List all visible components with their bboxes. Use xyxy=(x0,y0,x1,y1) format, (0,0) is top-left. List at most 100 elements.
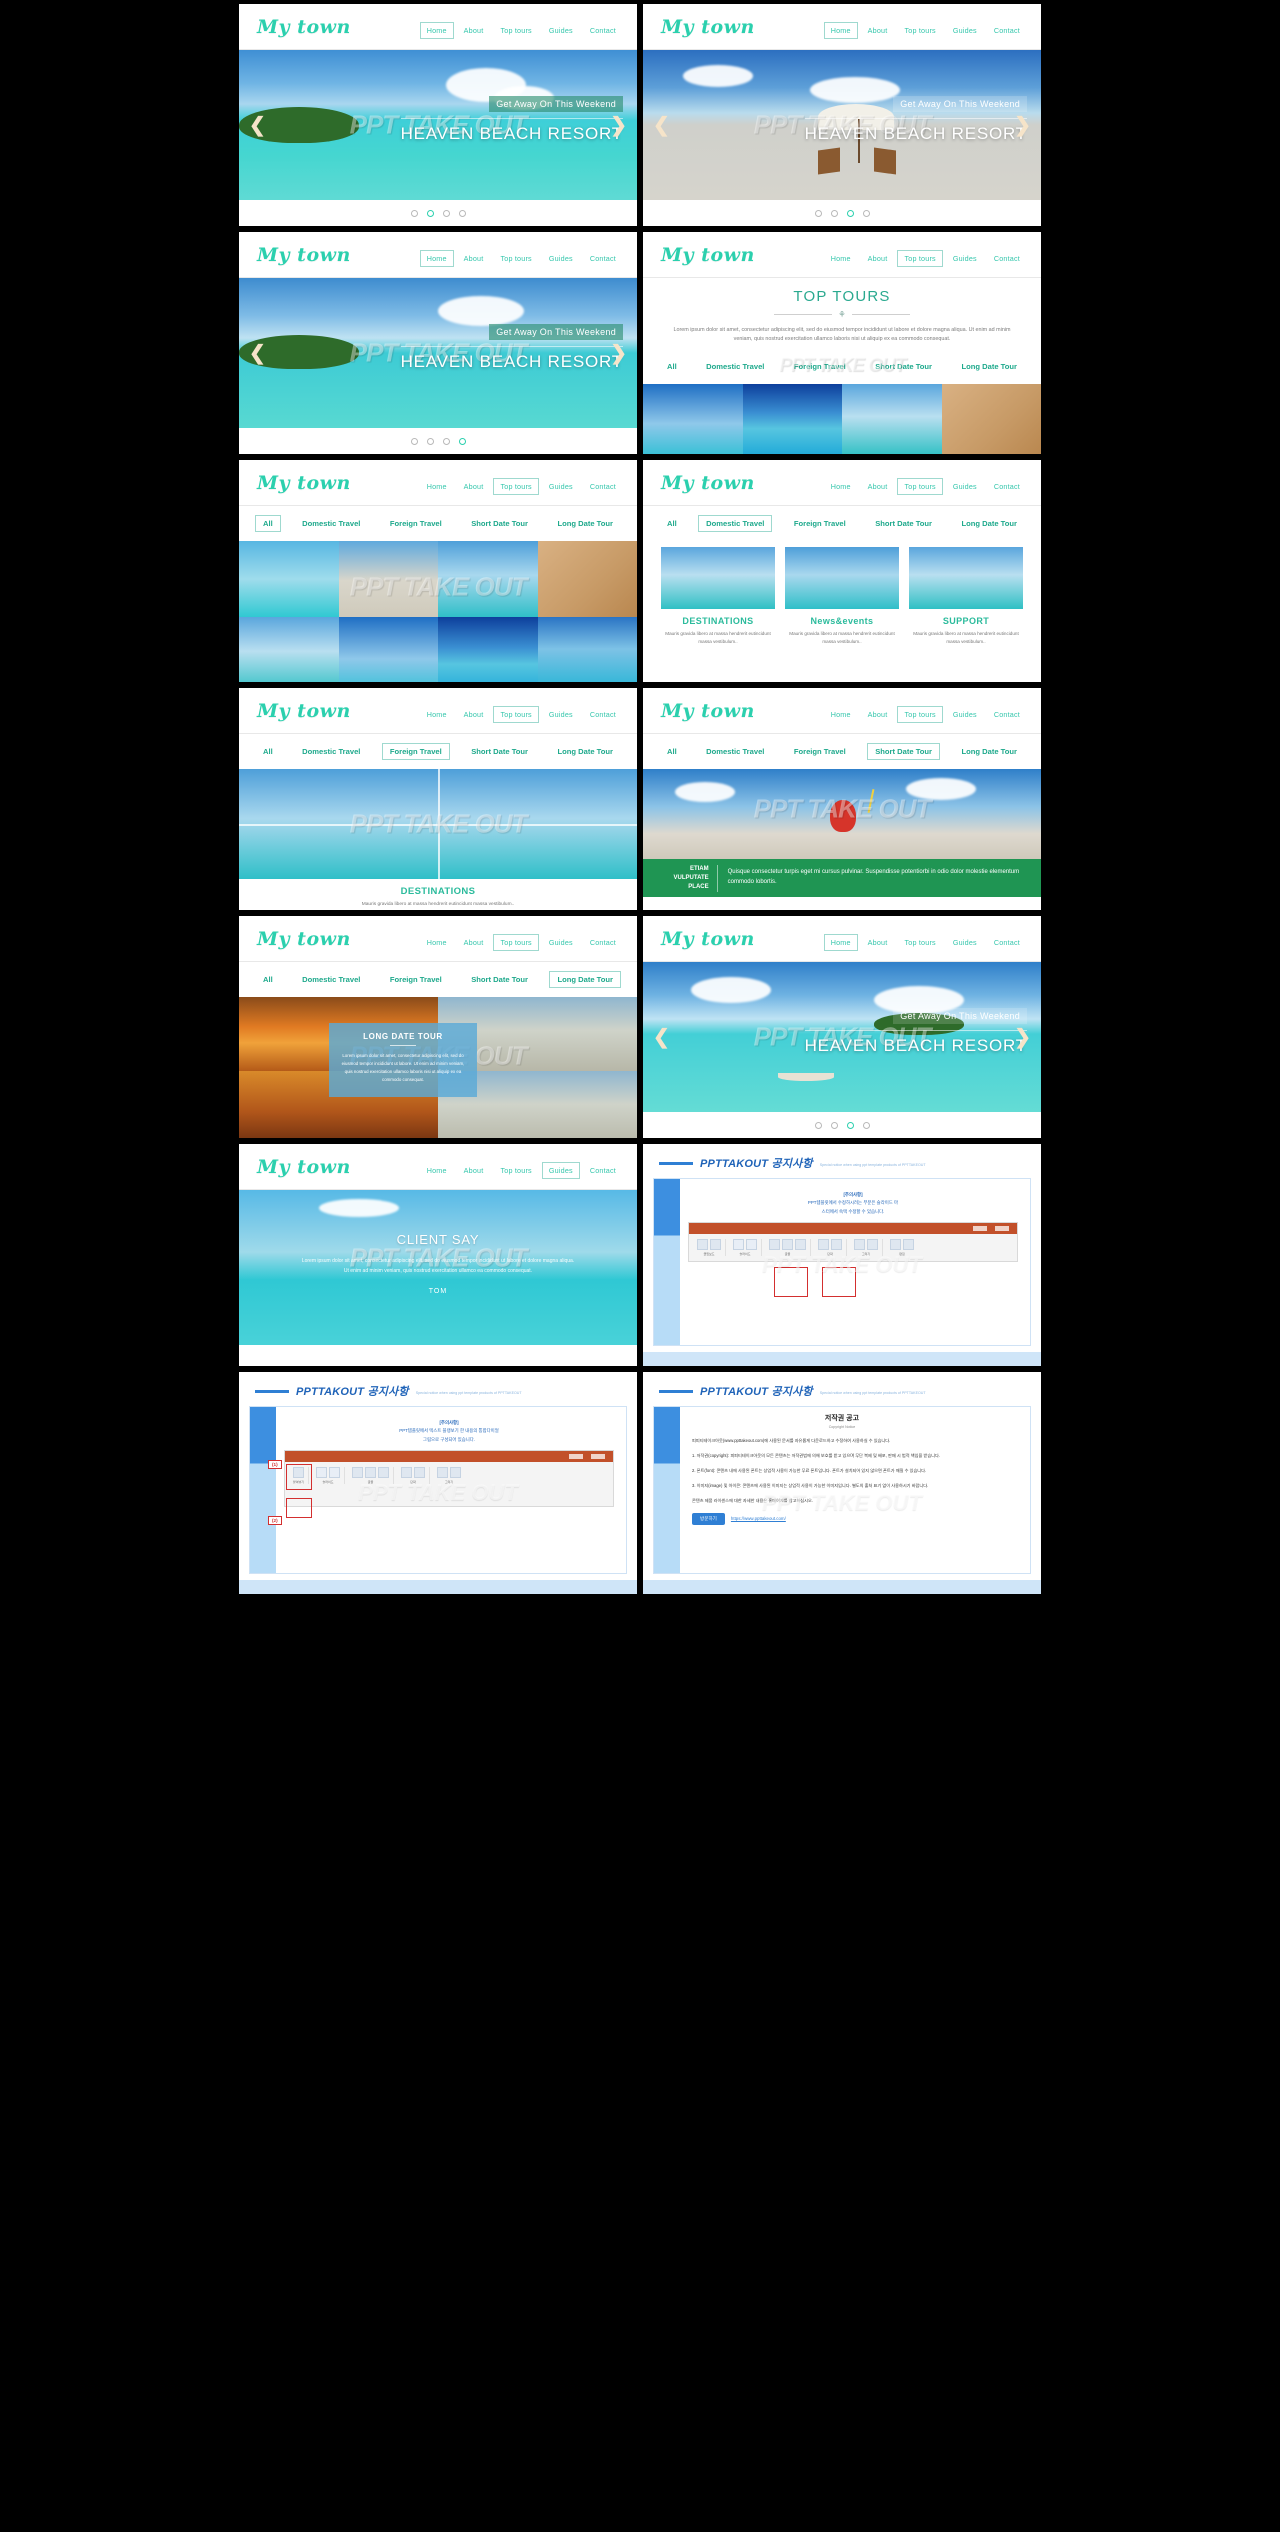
nav-item-contact[interactable]: Contact xyxy=(583,934,623,951)
carousel-dot-active[interactable] xyxy=(458,437,466,445)
nav-item-top-tours[interactable]: Top tours xyxy=(897,934,942,951)
filter-all[interactable]: All xyxy=(659,515,685,532)
carousel-dot[interactable] xyxy=(814,209,822,217)
main-nav[interactable]: Home About Top tours Guides Contact xyxy=(823,22,1027,39)
nav-item-guides[interactable]: Guides xyxy=(946,706,984,723)
nav-item-contact[interactable]: Contact xyxy=(583,22,623,39)
main-nav[interactable]: Home About Top tours Guides Contact xyxy=(824,706,1027,723)
nav-item-about[interactable]: About xyxy=(457,706,491,723)
nav-item-guides[interactable]: Guides xyxy=(542,934,580,951)
nav-item-guides[interactable]: Guides xyxy=(541,1162,580,1179)
carousel-dot-active[interactable] xyxy=(846,209,854,217)
long-date-gallery[interactable]: LONG DATE TOUR Lorem ipsum dolor sit ame… xyxy=(239,997,637,1138)
filter-long-date-tour[interactable]: Long Date Tour xyxy=(953,743,1025,760)
tour-filter-bar[interactable]: All Domestic Travel Foreign Travel Short… xyxy=(643,348,1041,384)
tour-gallery-grid[interactable]: PPT TAKE OUT xyxy=(239,541,637,682)
main-nav[interactable]: Home About Top tours Guides Contact xyxy=(823,934,1027,951)
tour-thumbnail-row[interactable] xyxy=(643,383,1041,454)
filter-domestic-travel[interactable]: Domestic Travel xyxy=(698,743,772,760)
slide-6-domestic-travel[interactable]: My town Home About Top tours Guides Cont… xyxy=(643,460,1041,682)
nav-item-about[interactable]: About xyxy=(457,934,491,951)
drink-beach-banner[interactable]: PPT TAKE OUT xyxy=(643,769,1041,859)
slide-9-long-date-tour[interactable]: My town Home About Top tours Guides Cont… xyxy=(239,916,637,1138)
filter-foreign-travel[interactable]: Foreign Travel xyxy=(786,515,854,532)
nav-item-about[interactable]: About xyxy=(861,250,895,267)
slide-1-home-hero[interactable]: My town Home About Top tours Guides Cont… xyxy=(239,4,637,226)
nav-item-contact[interactable]: Contact xyxy=(987,706,1027,723)
filter-all[interactable]: All xyxy=(255,743,281,760)
filter-short-date-tour[interactable]: Short Date Tour xyxy=(867,358,940,375)
nav-item-about[interactable]: About xyxy=(861,478,895,495)
nav-item-home[interactable]: Home xyxy=(823,22,858,39)
filter-short-date-tour[interactable]: Short Date Tour xyxy=(463,515,536,532)
carousel-dot[interactable] xyxy=(814,1121,822,1129)
nav-item-top-tours[interactable]: Top tours xyxy=(897,22,942,39)
tour-thumb[interactable] xyxy=(643,383,743,454)
filter-long-date-tour[interactable]: Long Date Tour xyxy=(953,515,1025,532)
tour-thumb[interactable] xyxy=(941,383,1041,454)
tour-thumb[interactable] xyxy=(338,617,438,682)
carousel-dot[interactable] xyxy=(830,1121,838,1129)
carousel-dots[interactable] xyxy=(643,1112,1041,1138)
nav-item-home[interactable]: Home xyxy=(823,934,858,951)
nav-item-guides[interactable]: Guides xyxy=(542,250,580,267)
nav-item-home[interactable]: Home xyxy=(824,250,858,267)
carousel-dot[interactable] xyxy=(410,437,418,445)
nav-item-contact[interactable]: Contact xyxy=(987,22,1027,39)
carousel-next-icon[interactable]: ❯ xyxy=(1014,1025,1031,1050)
tour-thumb[interactable] xyxy=(438,541,538,617)
carousel-prev-icon[interactable]: ❮ xyxy=(653,1025,670,1050)
slide-8-short-date-tour[interactable]: My town Home About Top tours Guides Cont… xyxy=(643,688,1041,910)
nav-item-about[interactable]: About xyxy=(861,934,895,951)
nav-item-about[interactable]: About xyxy=(457,478,491,495)
tour-filter-bar[interactable]: All Domestic Travel Foreign Travel Short… xyxy=(239,962,637,997)
nav-item-contact[interactable]: Contact xyxy=(583,1162,623,1179)
nav-item-top-tours[interactable]: Top tours xyxy=(897,250,943,267)
tour-thumb[interactable] xyxy=(537,617,637,682)
main-nav[interactable]: Home About Top tours Guides Contact xyxy=(420,706,623,723)
filter-short-date-tour[interactable]: Short Date Tour xyxy=(463,743,536,760)
nav-item-contact[interactable]: Contact xyxy=(583,706,623,723)
main-nav[interactable]: Home About Top tours Guides Contact xyxy=(420,934,623,951)
carousel-next-icon[interactable]: ❯ xyxy=(610,341,627,366)
tour-thumb[interactable] xyxy=(338,541,438,617)
nav-item-top-tours[interactable]: Top tours xyxy=(493,22,538,39)
filter-short-date-tour[interactable]: Short Date Tour xyxy=(867,515,940,532)
main-nav[interactable]: Home About Top tours Guides Contact xyxy=(420,1162,623,1179)
filter-domestic-travel[interactable]: Domestic Travel xyxy=(294,515,368,532)
slide-10-home-hero-boat[interactable]: My town Home About Top tours Guides Cont… xyxy=(643,916,1041,1138)
slide-4-top-tours[interactable]: My town Home About Top tours Guides Cont… xyxy=(643,232,1041,454)
main-nav[interactable]: Home About Top tours Guides Contact xyxy=(419,250,623,267)
nav-item-contact[interactable]: Contact xyxy=(583,478,623,495)
filter-foreign-travel[interactable]: Foreign Travel xyxy=(381,743,450,760)
slide-12-notice-1[interactable]: PPTTAKOUT 공지사항 Special notice when using… xyxy=(643,1144,1041,1366)
main-nav[interactable]: Home About Top tours Guides Contact xyxy=(824,250,1027,267)
tour-thumb[interactable] xyxy=(239,617,339,682)
filter-all[interactable]: All xyxy=(255,971,281,988)
nav-item-home[interactable]: Home xyxy=(824,706,858,723)
nav-item-contact[interactable]: Contact xyxy=(987,478,1027,495)
slide-2-home-hero-alt[interactable]: My town Home About Top tours Guides Cont… xyxy=(643,4,1041,226)
nav-item-guides[interactable]: Guides xyxy=(946,934,984,951)
carousel-dot[interactable] xyxy=(410,209,418,217)
nav-item-contact[interactable]: Contact xyxy=(987,250,1027,267)
carousel-dot[interactable] xyxy=(458,209,466,217)
nav-item-about[interactable]: About xyxy=(861,22,895,39)
filter-foreign-travel[interactable]: Foreign Travel xyxy=(786,358,854,375)
tour-thumb[interactable] xyxy=(842,383,942,454)
slide-11-client-say[interactable]: My town Home About Top tours Guides Cont… xyxy=(239,1144,637,1366)
filter-foreign-travel[interactable]: Foreign Travel xyxy=(382,515,450,532)
carousel-dots[interactable] xyxy=(643,200,1041,226)
nav-item-home[interactable]: Home xyxy=(420,934,454,951)
slide-5-gallery-all[interactable]: My town Home About Top tours Guides Cont… xyxy=(239,460,637,682)
slide-7-foreign-travel[interactable]: My town Home About Top tours Guides Cont… xyxy=(239,688,637,910)
nav-item-contact[interactable]: Contact xyxy=(987,934,1027,951)
carousel-dot[interactable] xyxy=(862,209,870,217)
nav-item-home[interactable]: Home xyxy=(824,478,858,495)
carousel-dot-active[interactable] xyxy=(846,1121,854,1129)
tour-filter-bar[interactable]: All Domestic Travel Foreign Travel Short… xyxy=(643,734,1041,769)
carousel-prev-icon[interactable]: ❮ xyxy=(249,341,266,366)
main-nav[interactable]: Home About Top tours Guides Contact xyxy=(420,478,623,495)
nav-item-guides[interactable]: Guides xyxy=(542,22,580,39)
filter-domestic-travel[interactable]: Domestic Travel xyxy=(294,743,368,760)
